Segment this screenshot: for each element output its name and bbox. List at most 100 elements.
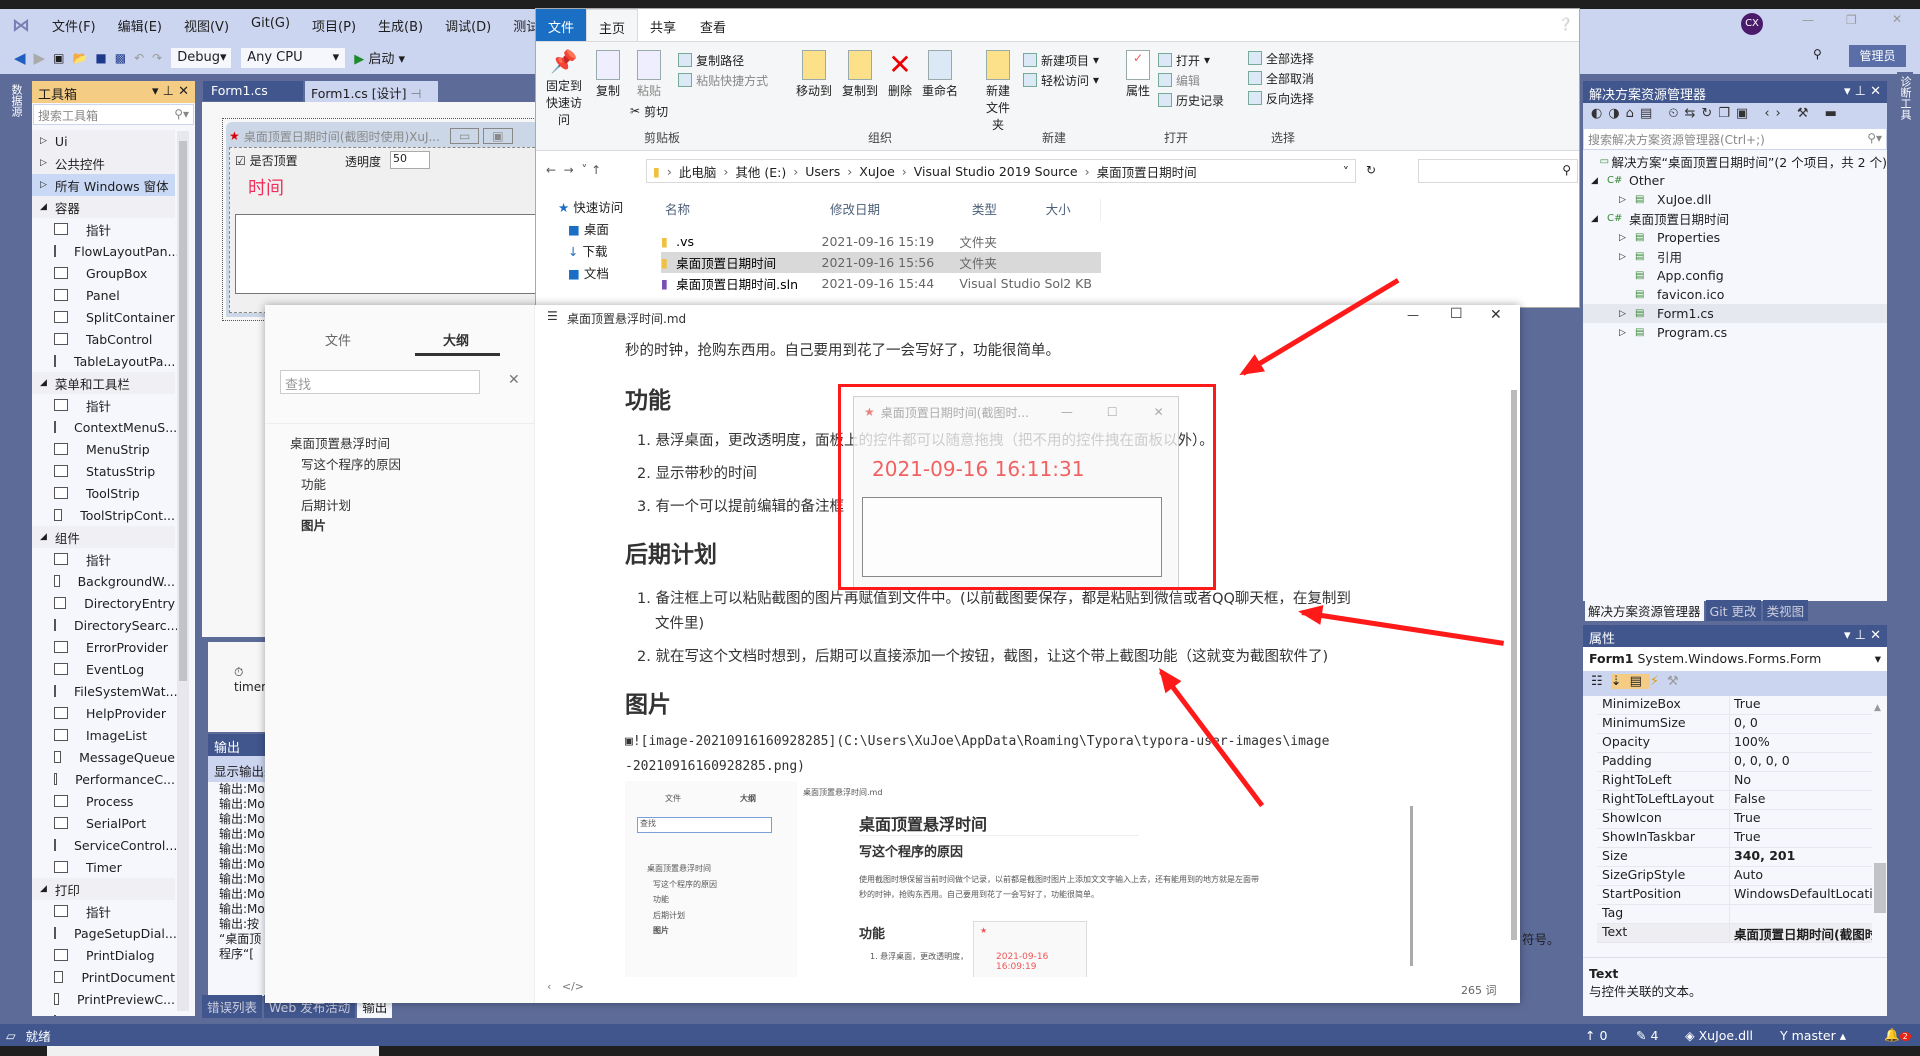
ribbon-tab-file[interactable]: 文件	[536, 9, 587, 41]
outline-item[interactable]: 写这个程序的原因	[265, 454, 535, 475]
outline-item[interactable]: 桌面顶置悬浮时间	[265, 433, 535, 454]
property-value[interactable]: 0, 0, 0, 0	[1730, 753, 1872, 771]
sidebar-tab-outline[interactable]: 大纲	[443, 330, 469, 349]
toolbox-item[interactable]: HelpProvider	[32, 702, 175, 724]
toolbox-item[interactable]: TableLayoutPa...	[32, 350, 175, 372]
open-icon[interactable]: 📂	[72, 51, 87, 65]
property-row[interactable]: Opacity 100%	[1597, 734, 1872, 753]
repo-selector[interactable]: ◈ XuJoe.dll	[1685, 1028, 1753, 1043]
property-row[interactable]: ShowInTaskbar True	[1597, 829, 1872, 848]
toolbox-item[interactable]: BackgroundW...	[32, 570, 175, 592]
expander-icon[interactable]: ▷	[1619, 309, 1635, 319]
nav-item[interactable]: ↓ 下载	[536, 241, 653, 263]
events-icon[interactable]: ⚡	[1650, 674, 1667, 689]
pin-icon[interactable]: ▾ ⊥ ✕	[1844, 84, 1881, 100]
toolbox-category[interactable]: ▷ Ui	[32, 130, 175, 152]
breadcrumb-item[interactable]: 其他 (E:)	[735, 162, 786, 181]
toolbox-item[interactable]: PrintDialog	[32, 944, 175, 966]
pin-quick-access-button[interactable]: 📌 固定到快速访问	[542, 50, 586, 128]
toolbox-item[interactable]: TabControl	[32, 328, 175, 350]
new-folder-button[interactable]: 新建文件夹	[981, 50, 1015, 133]
output-source[interactable]: 显示输出来源	[208, 756, 268, 782]
property-value[interactable]: True	[1730, 696, 1872, 714]
property-row[interactable]: RightToLeft No	[1597, 772, 1872, 791]
tree-item[interactable]: ◢ C# Other	[1583, 171, 1887, 190]
toolbox-item[interactable]: PrintDocument	[32, 966, 175, 988]
help-icon[interactable]: ❔	[1558, 17, 1573, 31]
outline-item[interactable]: 图片	[265, 515, 535, 536]
live-share-icon[interactable]: ⚲	[1813, 47, 1822, 61]
ribbon-tab-share[interactable]: 共享	[638, 9, 688, 41]
toolbox-item[interactable]: ErrorProvider	[32, 636, 175, 658]
copy-to-button[interactable]: 复制到	[842, 50, 878, 99]
breadcrumb-separator[interactable]: ›	[793, 164, 798, 179]
chevron-down-icon[interactable]: ˅	[1343, 164, 1349, 179]
toolbox-item[interactable]: SerialPort	[32, 812, 175, 834]
column-date[interactable]: 修改日期	[826, 199, 968, 221]
property-row[interactable]: Tag	[1597, 905, 1872, 924]
tab-class-view[interactable]: 类视图	[1762, 600, 1809, 621]
property-row[interactable]: ⊞MinimumSize0, 0	[1597, 715, 1872, 734]
file-row[interactable]: ▮ 桌面顶置日期时间 2021-09-16 15:56 文件夹	[661, 252, 1101, 273]
toolbox-item[interactable]: 指针	[32, 218, 175, 240]
expander-icon[interactable]: ▷	[1619, 195, 1635, 205]
toolbox-item[interactable]: ContextMenuS...	[32, 416, 177, 438]
topmost-checkbox[interactable]: ☑ 是否顶置	[235, 152, 298, 169]
tree-item[interactable]: ▷ ▤ Properties	[1583, 228, 1887, 247]
undo-icon[interactable]: ↶	[134, 51, 144, 65]
property-value[interactable]: False	[1730, 791, 1872, 809]
toolbox-item[interactable]: MessageQueue	[32, 746, 175, 768]
toolbox-category[interactable]: ◢ 组件	[32, 526, 175, 548]
expander-icon[interactable]: ▷	[1619, 252, 1635, 262]
close-icon[interactable]: ✕	[1490, 307, 1502, 323]
form-preview[interactable]: ★ 桌面顶置日期时间(截图时使用)XuJ... ▭ ▣ ☑ 是否顶置 透明度 50 时…	[222, 118, 555, 321]
breadcrumb-item[interactable]: Users	[805, 164, 840, 179]
ribbon-tab-view[interactable]: 查看	[688, 9, 738, 41]
editor-scrollbar[interactable]	[1511, 390, 1517, 940]
pin-icon[interactable]: ▾ ⊥ ✕	[152, 84, 189, 100]
toolbox-item[interactable]: ToolStrip	[32, 482, 175, 504]
property-value[interactable]: 桌面顶置日期时间(截图时	[1730, 924, 1872, 942]
breadcrumb-separator[interactable]: ›	[1085, 164, 1090, 179]
save-all-icon[interactable]: ▩	[115, 51, 126, 65]
restore-icon[interactable]: ❐	[1846, 13, 1857, 27]
toolbox-item[interactable]: Process	[32, 790, 175, 812]
clear-search-icon[interactable]: ✕	[508, 372, 520, 388]
invert-selection-button[interactable]: 反向选择	[1248, 88, 1314, 108]
pin-icon[interactable]: ⊣	[411, 86, 422, 101]
tree-item[interactable]: ◢ C# 桌面顶置日期时间	[1583, 209, 1887, 228]
toolbox-category[interactable]: ◢ 容器	[32, 196, 175, 218]
data-sources-strip[interactable]: 数据源	[8, 80, 24, 120]
properties-scrollbar[interactable]: ▲	[1874, 703, 1886, 953]
file-row[interactable]: ▮ 桌面顶置日期时间.sln 2021-09-16 15:44 Visual Stud…	[661, 273, 1101, 294]
menu-item[interactable]: 项目(P)	[312, 16, 356, 35]
toolbox-category[interactable]: ▷ 公共控件	[32, 152, 175, 174]
menu-item[interactable]: 生成(B)	[378, 16, 423, 35]
tree-item[interactable]: ▤ App.config	[1583, 266, 1887, 285]
column-type[interactable]: 类型	[968, 199, 1042, 221]
select-all-button[interactable]: 全部选择	[1248, 48, 1314, 68]
alphabetical-icon[interactable]: ⇣	[1610, 674, 1630, 689]
source-code-toggle[interactable]: ‹ </>	[547, 980, 584, 993]
account-avatar[interactable]: CX	[1741, 13, 1763, 35]
diagnostics-strip[interactable]: 诊断工具	[1897, 72, 1913, 132]
tree-item[interactable]: ▷ ▤ Program.cs	[1583, 323, 1887, 342]
toolbox-item[interactable]: PrintPreviewDi...	[32, 1010, 176, 1016]
notification-bell-icon[interactable]: 🔔 2	[1884, 1027, 1911, 1043]
nav-item[interactable]: ■ 文档	[536, 263, 653, 285]
breadcrumb-item[interactable]: 桌面顶置日期时间	[1097, 162, 1197, 181]
new-project-icon[interactable]: ▣	[53, 51, 64, 65]
toolbox-item[interactable]: FlowLayoutPan...	[32, 240, 180, 262]
address-bar[interactable]: ▮ › 此电脑 › 其他 (E:) › Users › XuJoe › Visual Studio …	[646, 159, 1356, 183]
toolbox-category[interactable]: ◢ 菜单和工具栏	[32, 372, 175, 394]
property-value[interactable]: 340, 201	[1730, 848, 1872, 866]
tree-item[interactable]: ▤ favicon.ico	[1583, 285, 1887, 304]
nav-item[interactable]: ★ 快速访问	[536, 197, 653, 219]
properties-icon[interactable]: ▤	[1629, 674, 1650, 689]
move-to-button[interactable]: 移动到	[796, 50, 832, 99]
save-icon[interactable]: ■	[95, 51, 106, 65]
solution-search[interactable]: 搜索解决方案资源管理器(Ctrl+;) ⚲▾	[1583, 128, 1887, 150]
explorer-search[interactable]: ⚲	[1418, 159, 1578, 183]
menu-item[interactable]: 文件(F)	[52, 16, 96, 35]
categorized-icon[interactable]: ☷	[1591, 674, 1611, 689]
